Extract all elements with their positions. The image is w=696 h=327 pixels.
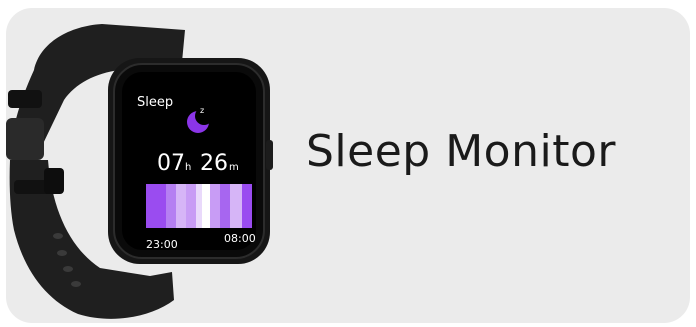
smartwatch-image: Sleep z 07 h 26 m 23:00 08:00 xyxy=(6,24,273,319)
screen-title: Sleep xyxy=(137,95,173,110)
sleep-minutes: 26 xyxy=(200,151,228,176)
svg-text:z: z xyxy=(200,106,204,115)
watch-crown xyxy=(266,140,273,170)
sleep-hours-unit: h xyxy=(185,162,191,173)
sleep-hours: 07 xyxy=(157,151,185,176)
sleep-minutes-unit: m xyxy=(229,162,239,173)
feature-title: Sleep Monitor xyxy=(306,126,616,177)
sleep-start-time: 23:00 xyxy=(146,238,178,251)
sleep-end-time: 08:00 xyxy=(224,232,256,245)
sleep-stage-chart xyxy=(146,184,252,228)
